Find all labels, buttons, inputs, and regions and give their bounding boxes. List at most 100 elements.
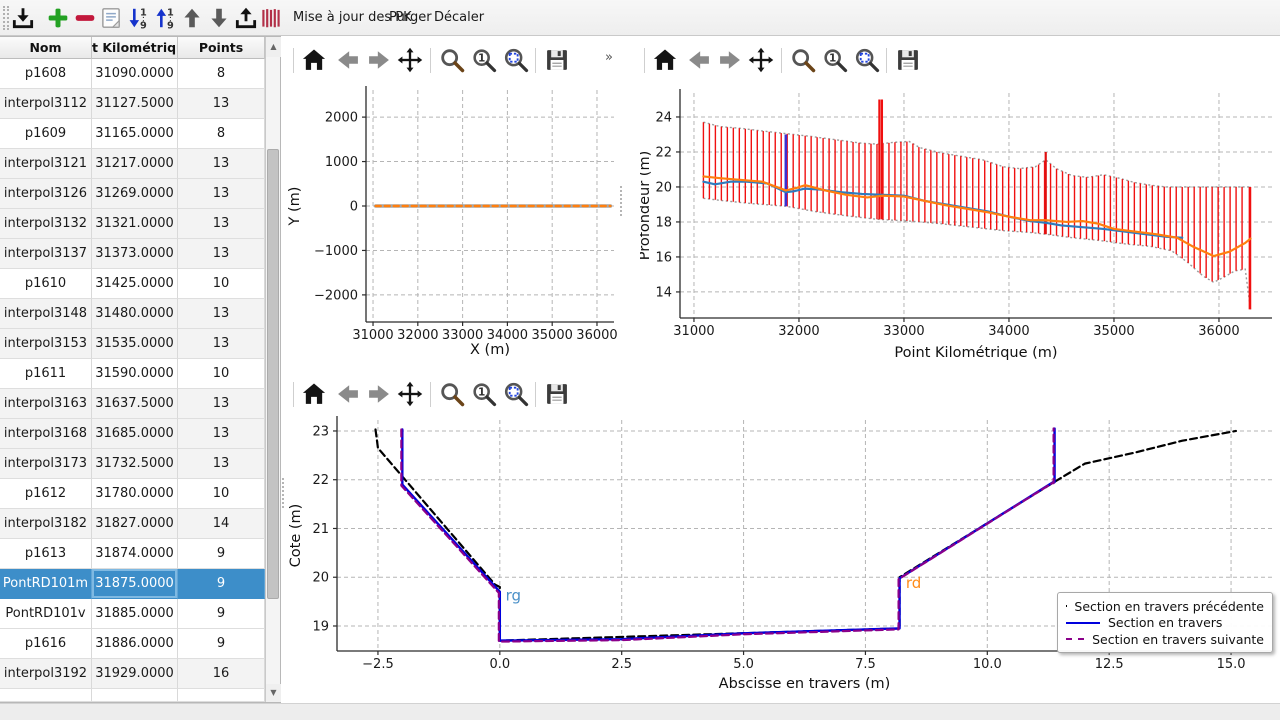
section-save-button[interactable] xyxy=(543,380,571,408)
splitter-table-plots[interactable] xyxy=(282,478,286,508)
cell-nom[interactable]: PontRD101m xyxy=(0,569,92,599)
cell-pk[interactable]: 31217.0000 xyxy=(92,149,178,179)
cell-pk[interactable]: 31827.0000 xyxy=(92,509,178,539)
table-row[interactable]: p161131590.000010 xyxy=(0,359,264,389)
splitter-top-plots[interactable] xyxy=(620,186,624,216)
cell-pk[interactable]: 31425.0000 xyxy=(92,269,178,299)
cell-nom[interactable]: p1610 xyxy=(0,269,92,299)
cell-nom[interactable]: p1609 xyxy=(0,119,92,149)
plan-save-button[interactable] xyxy=(543,46,571,74)
cell-pk[interactable]: 31874.0000 xyxy=(92,539,178,569)
table-row[interactable]: interpol313731373.000013 xyxy=(0,239,264,269)
table-row[interactable]: interpol319231929.000016 xyxy=(0,659,264,689)
cell-points[interactable]: 13 xyxy=(178,419,265,449)
cell-nom[interactable]: p1613 xyxy=(0,539,92,569)
cell-nom[interactable]: p1612 xyxy=(0,479,92,509)
move-down-button[interactable] xyxy=(206,5,232,31)
sections-button[interactable] xyxy=(258,5,284,31)
profil-zoom-select-button[interactable] xyxy=(853,46,881,74)
table-row[interactable]: interpol318231827.000014 xyxy=(0,509,264,539)
sort-desc-button[interactable]: 19 xyxy=(125,5,151,31)
section-zoom-button[interactable] xyxy=(438,380,466,408)
cell-nom[interactable]: interpol3126 xyxy=(0,179,92,209)
cell-points[interactable]: 9 xyxy=(178,599,265,629)
cell-nom[interactable]: interpol3132 xyxy=(0,209,92,239)
cell-pk[interactable]: 31685.0000 xyxy=(92,419,178,449)
table-row[interactable]: p160831090.00008 xyxy=(0,59,264,89)
cell-nom[interactable]: p1611 xyxy=(0,359,92,389)
cell-nom[interactable]: interpol3137 xyxy=(0,239,92,269)
toolbar-overflow-chevron[interactable]: » xyxy=(605,50,613,65)
cell-pk[interactable]: 31127.5000 xyxy=(92,89,178,119)
sort-asc-button[interactable]: 19 xyxy=(152,5,178,31)
section-zoom-select-button[interactable] xyxy=(502,380,530,408)
table-row[interactable]: interpol313231321.000013 xyxy=(0,209,264,239)
cell-nom[interactable]: interpol3112 xyxy=(0,89,92,119)
cell-pk[interactable]: 31480.0000 xyxy=(92,299,178,329)
section-pan-button[interactable] xyxy=(396,380,424,408)
table-row[interactable]: PontRD101m31875.00009 xyxy=(0,569,264,599)
cell-points[interactable]: 8 xyxy=(178,59,265,89)
plan-zoom-one-button[interactable]: 1 xyxy=(470,46,498,74)
cell-pk[interactable]: 31875.0000 xyxy=(92,569,178,599)
cell-points[interactable]: 13 xyxy=(178,209,265,239)
cell-nom[interactable]: interpol3148 xyxy=(0,299,92,329)
section-home-button[interactable] xyxy=(300,380,328,408)
section-plot-canvas[interactable]: −2.50.02.55.07.510.012.515.01920212223Ab… xyxy=(287,410,1280,703)
plan-pan-button[interactable] xyxy=(396,46,424,74)
cell-points[interactable]: 14 xyxy=(178,509,265,539)
cell-points[interactable]: 13 xyxy=(178,149,265,179)
column-header-1[interactable]: t Kilométriqu xyxy=(92,37,178,59)
import-button[interactable] xyxy=(10,5,36,31)
table-row[interactable]: p161631886.00009 xyxy=(0,629,264,659)
toolbar-action-2[interactable]: Décaler xyxy=(424,0,494,35)
plan-home-button[interactable] xyxy=(300,46,328,74)
cell-points[interactable]: 13 xyxy=(178,239,265,269)
scrollbar-up-button[interactable]: ▲ xyxy=(266,37,281,57)
cell-nom[interactable]: PontRD101v xyxy=(0,599,92,629)
cell-points[interactable]: 13 xyxy=(178,299,265,329)
table-row[interactable]: PontRD101v31885.00009 xyxy=(0,599,264,629)
table-row[interactable]: p161231780.000010 xyxy=(0,479,264,509)
section-back-button[interactable] xyxy=(334,380,362,408)
table-scrollbar[interactable]: ▲ ▼ xyxy=(265,37,280,702)
table-row[interactable]: interpol315331535.000013 xyxy=(0,329,264,359)
cell-points[interactable]: 10 xyxy=(178,479,265,509)
table-row[interactable]: interpol316831685.000013 xyxy=(0,419,264,449)
cell-points[interactable]: 9 xyxy=(178,539,265,569)
add-button[interactable] xyxy=(45,5,71,31)
profil-back-button[interactable] xyxy=(685,46,713,74)
cell-points[interactable]: 9 xyxy=(178,629,265,659)
cell-nom[interactable]: p1608 xyxy=(0,59,92,89)
plan-zoom-select-button[interactable] xyxy=(502,46,530,74)
plan-back-button[interactable] xyxy=(334,46,362,74)
table-row[interactable]: interpol317331732.500013 xyxy=(0,449,264,479)
table-row[interactable]: p161331874.00009 xyxy=(0,539,264,569)
cell-nom[interactable]: interpol3173 xyxy=(0,449,92,479)
cell-points[interactable]: 10 xyxy=(178,269,265,299)
cell-pk[interactable]: 31732.5000 xyxy=(92,449,178,479)
cell-points[interactable]: 13 xyxy=(178,89,265,119)
section-zoom-one-button[interactable]: 1 xyxy=(470,380,498,408)
cell-nom[interactable]: interpol3192 xyxy=(0,659,92,689)
cell-points[interactable]: 13 xyxy=(178,179,265,209)
table-row[interactable]: interpol311231127.500013 xyxy=(0,89,264,119)
cell-nom[interactable]: interpol3121 xyxy=(0,149,92,179)
section-forward-button[interactable] xyxy=(365,380,393,408)
cell-pk[interactable]: 31373.0000 xyxy=(92,239,178,269)
cell-points[interactable]: 13 xyxy=(178,329,265,359)
cell-pk[interactable]: 31165.0000 xyxy=(92,119,178,149)
profil-save-button[interactable] xyxy=(894,46,922,74)
plan-plot-canvas[interactable]: 310003200033000340003500036000−2000−1000… xyxy=(287,78,620,370)
notes-button[interactable] xyxy=(98,5,124,31)
cell-points[interactable]: 13 xyxy=(178,449,265,479)
profil-plot-canvas[interactable]: 3100032000330003400035000360001416182022… xyxy=(640,78,1280,370)
table-row[interactable]: interpol312131217.000013 xyxy=(0,149,264,179)
cell-nom[interactable]: interpol3163 xyxy=(0,389,92,419)
cell-nom[interactable]: interpol3153 xyxy=(0,329,92,359)
profil-forward-button[interactable] xyxy=(716,46,744,74)
column-header-2[interactable]: Points xyxy=(178,37,265,59)
cell-pk[interactable]: 31321.0000 xyxy=(92,209,178,239)
table-row[interactable]: p160931165.00008 xyxy=(0,119,264,149)
cell-points[interactable]: 10 xyxy=(178,359,265,389)
